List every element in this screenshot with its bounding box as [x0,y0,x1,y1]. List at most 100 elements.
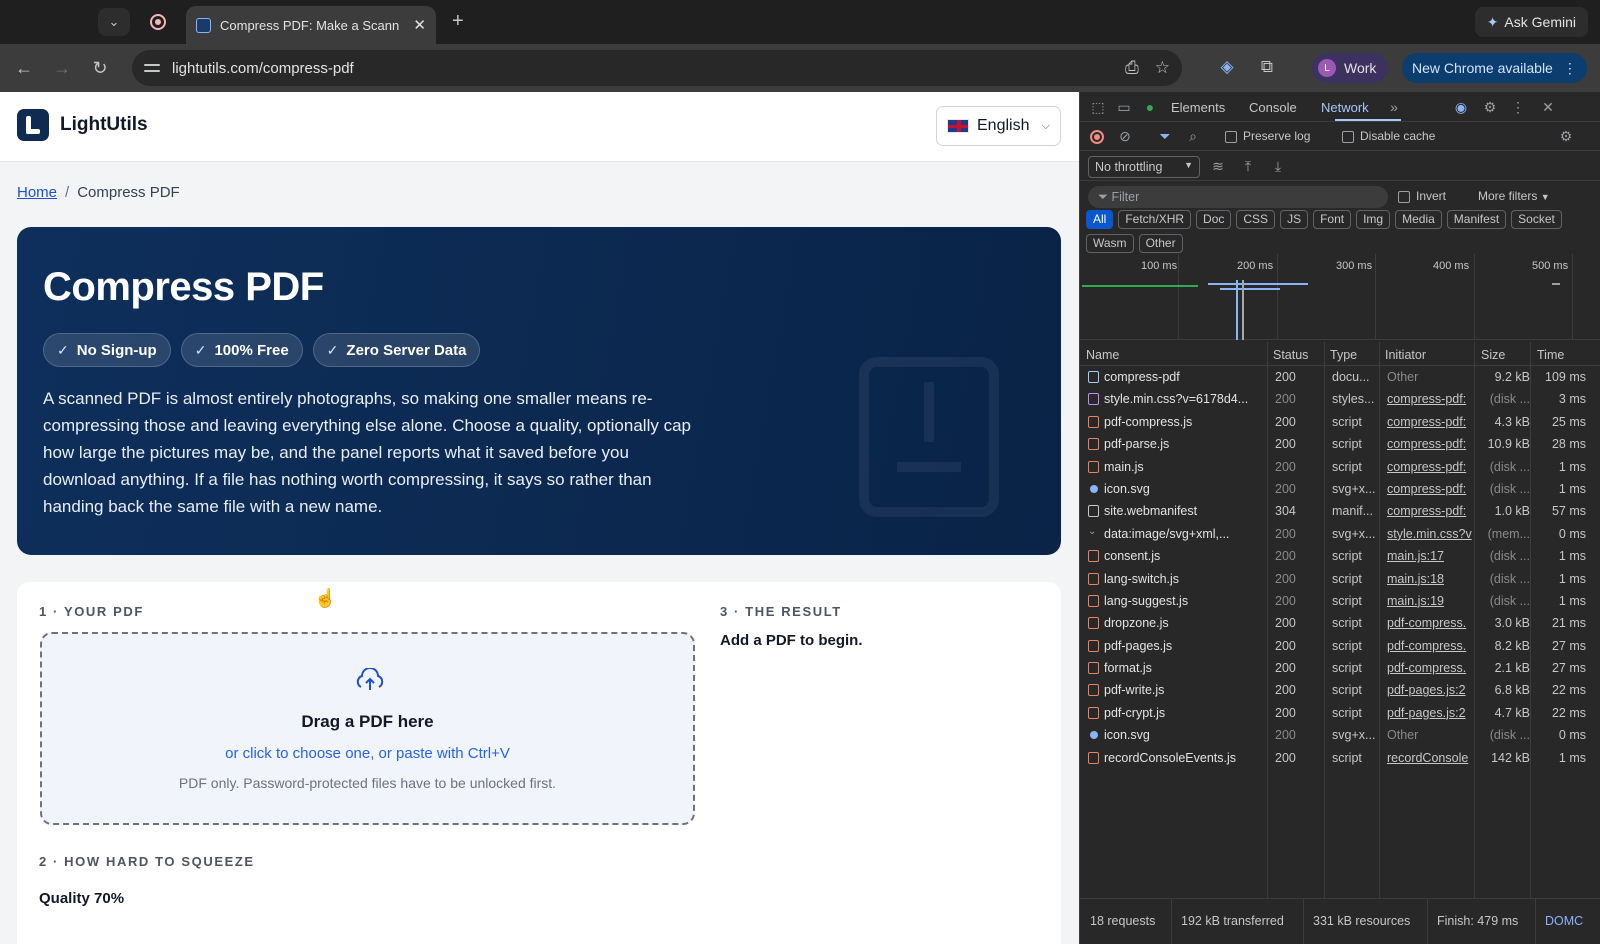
filter-chip-css[interactable]: CSS [1236,210,1276,229]
profile-work-button[interactable]: L Work [1312,53,1389,83]
filter-chip-doc[interactable]: Doc [1196,210,1232,229]
column-header-type[interactable]: Type [1330,348,1357,362]
preserve-log-checkbox[interactable]: Preserve log [1225,129,1310,143]
tab-search-button[interactable]: ⌄ [98,8,130,36]
request-initiator[interactable]: pdf-pages.js:2 [1387,706,1477,720]
new-tab-button[interactable]: + [452,10,464,32]
table-row[interactable]: compress-pdf 200 docu... Other 9.2 kB 109 ms [1080,366,1600,388]
table-row[interactable]: pdf-write.js 200 script pdf-pages.js:2 6.8 k… [1080,679,1600,701]
forward-arrow-icon[interactable]: → [50,56,74,80]
export-har-icon[interactable]: ⤓ [1270,158,1286,174]
more-filters-dropdown[interactable]: More filters ▼ [1478,189,1550,203]
inspect-element-icon[interactable]: ⬚ [1090,99,1106,115]
ask-gemini-button[interactable]: ✦ Ask Gemini [1474,7,1588,37]
table-row[interactable]: pdf-crypt.js 200 script pdf-pages.js:2 4.7 k… [1080,702,1600,724]
network-timeline-overview[interactable]: 100 ms 200 ms 300 ms 400 ms 500 ms [1080,254,1600,340]
site-settings-icon[interactable] [144,62,160,74]
close-tab-icon[interactable]: ✕ [413,16,426,34]
table-row[interactable]: pdf-parse.js 200 script compress-pdf: 10.9 k… [1080,433,1600,455]
column-header-size[interactable]: Size [1481,348,1505,362]
request-initiator[interactable]: compress-pdf: [1387,482,1477,496]
request-initiator[interactable]: pdf-compress. [1387,639,1477,653]
search-icon[interactable]: ⌕ [1185,128,1201,144]
filter-chip-font[interactable]: Font [1313,210,1352,229]
ai-assistance-icon[interactable]: ◉ [1453,99,1469,115]
table-row[interactable]: recordConsoleEvents.js 200 script recordCon… [1080,747,1600,769]
filter-chip-wasm[interactable]: Wasm [1086,234,1134,253]
extensions-puzzle-icon[interactable]: ⧉ [1256,57,1278,79]
table-row[interactable]: pdf-compress.js 200 script compress-pdf: 4.3… [1080,411,1600,433]
table-row[interactable]: main.js 200 script compress-pdf: (disk ... 1 … [1080,456,1600,478]
filter-chip-socket[interactable]: Socket [1511,210,1562,229]
table-row[interactable]: style.min.css?v=6178d4... 200 styles... com… [1080,388,1600,410]
lightutils-logo-icon[interactable] [17,109,49,141]
filter-chip-other[interactable]: Other [1138,234,1183,253]
table-row[interactable]: icon.svg 200 svg+x... Other (disk ... 0 ms [1080,724,1600,746]
request-initiator[interactable]: compress-pdf: [1387,415,1477,429]
chrome-update-button[interactable]: New Chrome available ⋮ [1402,53,1587,83]
device-toolbar-icon[interactable]: ▭ [1116,99,1132,115]
filter-chip-manifest[interactable]: Manifest [1446,210,1507,229]
extension-status-icon[interactable]: ● [1142,99,1158,115]
filter-chip-js[interactable]: JS [1280,210,1309,229]
column-header-initiator[interactable]: Initiator [1385,348,1426,362]
table-row[interactable]: ⌄ data:image/svg+xml,... 200 svg+x... style.… [1080,523,1600,545]
recording-icon[interactable] [150,14,166,30]
table-row[interactable]: lang-switch.js 200 script main.js:18 (disk .… [1080,568,1600,590]
filter-input[interactable]: ⏷ Filter [1088,186,1388,208]
filter-chip-all[interactable]: All [1086,210,1114,229]
filter-funnel-icon[interactable]: ⏷ [1157,128,1173,144]
tab-elements[interactable]: Elements [1171,100,1225,115]
settings-gear-icon[interactable]: ⚙ [1482,99,1498,115]
back-arrow-icon[interactable]: ← [12,56,36,80]
filter-chip-fetch-xhr[interactable]: Fetch/XHR [1118,210,1192,229]
breadcrumb-home-link[interactable]: Home [17,184,57,201]
request-initiator[interactable]: recordConsole [1387,751,1477,765]
table-row[interactable]: lang-suggest.js 200 script main.js:19 (disk … [1080,590,1600,612]
throttling-select[interactable]: No throttling ▼ [1088,156,1200,178]
invert-checkbox[interactable]: Invert [1398,189,1446,203]
clear-log-icon[interactable]: ⊘ [1117,128,1133,144]
pdf-dropzone[interactable]: Drag a PDF here or click to choose one, … [40,632,695,825]
request-initiator[interactable]: style.min.css?v [1387,527,1477,541]
install-app-icon[interactable]: ⎙ [1125,58,1139,78]
request-initiator[interactable]: pdf-pages.js:2 [1387,683,1477,697]
column-header-status[interactable]: Status [1273,348,1308,362]
bookmark-star-icon[interactable]: ☆ [1155,58,1170,78]
tab-console[interactable]: Console [1249,100,1297,115]
browser-tab-active[interactable]: Compress PDF: Make a Scann ✕ [186,6,436,44]
address-bar[interactable]: lightutils.com/compress-pdf ⎙ ☆ [132,50,1182,86]
filter-chip-media[interactable]: Media [1395,210,1442,229]
request-initiator[interactable]: compress-pdf: [1387,392,1477,406]
disable-cache-checkbox[interactable]: Disable cache [1342,129,1435,143]
record-network-icon[interactable] [1090,130,1104,144]
table-row[interactable]: icon.svg 200 svg+x... compress-pdf: (disk ..… [1080,478,1600,500]
table-row[interactable]: site.webmanifest 304 manif... compress-pdf:… [1080,500,1600,522]
choose-file-link[interactable]: or click to choose one, or paste with Ct… [42,745,693,762]
extension-icon[interactable]: ◈ [1216,57,1238,79]
table-row[interactable]: pdf-pages.js 200 script pdf-compress. 8.2 kB… [1080,635,1600,657]
request-initiator[interactable]: main.js:19 [1387,594,1477,608]
request-initiator[interactable]: main.js:18 [1387,572,1477,586]
close-devtools-icon[interactable]: ✕ [1540,99,1556,115]
request-initiator[interactable]: compress-pdf: [1387,460,1477,474]
column-header-name[interactable]: Name [1086,348,1119,362]
kebab-menu-icon[interactable]: ⋮ [1510,99,1526,115]
network-settings-gear-icon[interactable]: ⚙ [1558,128,1574,144]
reload-icon[interactable]: ↻ [88,56,112,80]
table-row[interactable]: format.js 200 script pdf-compress. 2.1 kB 27 … [1080,657,1600,679]
column-header-time[interactable]: Time [1537,348,1564,362]
table-row[interactable]: dropzone.js 200 script pdf-compress. 3.0 kB 2… [1080,612,1600,634]
filter-chip-img[interactable]: Img [1356,210,1391,229]
language-select[interactable]: English ⌵ [936,106,1061,146]
request-initiator[interactable]: pdf-compress. [1387,616,1477,630]
import-har-icon[interactable]: ⤒ [1240,158,1256,174]
request-initiator[interactable]: pdf-compress. [1387,661,1477,675]
network-conditions-icon[interactable]: ≋ [1210,158,1226,174]
request-initiator[interactable]: compress-pdf: [1387,437,1477,451]
table-row[interactable]: consent.js 200 script main.js:17 (disk ... 1 … [1080,545,1600,567]
request-initiator[interactable]: main.js:17 [1387,549,1477,563]
tab-network[interactable]: Network [1321,100,1369,115]
more-tabs-icon[interactable]: » [1386,99,1402,115]
site-logo-text[interactable]: LightUtils [60,114,148,136]
